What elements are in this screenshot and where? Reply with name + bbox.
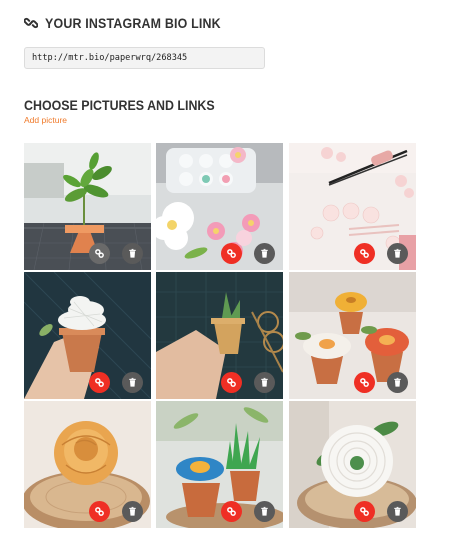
link-button[interactable]	[221, 501, 242, 522]
link-icon	[23, 16, 39, 30]
add-picture-link[interactable]: Add picture	[24, 115, 67, 125]
picture-tile[interactable]	[156, 272, 283, 399]
trash-icon	[129, 248, 136, 258]
trash-icon	[129, 377, 136, 387]
link-button[interactable]	[354, 243, 375, 264]
link-button[interactable]	[221, 372, 242, 393]
trash-icon	[394, 377, 401, 387]
picture-tile[interactable]	[289, 272, 416, 399]
link-button[interactable]	[89, 501, 110, 522]
link-icon	[360, 378, 369, 387]
trash-icon	[129, 506, 136, 516]
picture-tile[interactable]	[156, 401, 283, 528]
delete-button[interactable]	[387, 372, 408, 393]
picture-tile[interactable]	[156, 143, 283, 270]
delete-button[interactable]	[387, 501, 408, 522]
page-title: YOUR INSTAGRAM BIO LINK	[45, 15, 221, 31]
link-button[interactable]	[89, 372, 110, 393]
trash-icon	[261, 248, 268, 258]
delete-button[interactable]	[254, 372, 275, 393]
page-header: YOUR INSTAGRAM BIO LINK	[23, 14, 236, 32]
delete-button[interactable]	[122, 501, 143, 522]
picture-tile[interactable]	[24, 272, 151, 399]
link-button[interactable]	[221, 243, 242, 264]
picture-tile[interactable]	[24, 143, 151, 270]
link-icon	[227, 507, 236, 516]
delete-button[interactable]	[254, 501, 275, 522]
delete-button[interactable]	[387, 243, 408, 264]
bio-link-field[interactable]: http://mtr.bio/paperwrq/268345	[24, 47, 265, 69]
picture-grid	[24, 143, 416, 528]
trash-icon	[394, 506, 401, 516]
delete-button[interactable]	[254, 243, 275, 264]
section-title: CHOOSE PICTURES AND LINKS	[24, 98, 215, 113]
delete-button[interactable]	[122, 372, 143, 393]
link-icon	[95, 249, 104, 258]
picture-tile[interactable]	[24, 401, 151, 528]
link-icon	[95, 378, 104, 387]
link-button[interactable]	[354, 501, 375, 522]
trash-icon	[394, 248, 401, 258]
link-button[interactable]	[354, 372, 375, 393]
link-icon	[227, 378, 236, 387]
link-icon	[360, 249, 369, 258]
link-icon	[227, 249, 236, 258]
delete-button[interactable]	[122, 243, 143, 264]
link-icon	[95, 507, 104, 516]
picture-tile[interactable]	[289, 401, 416, 528]
picture-tile[interactable]	[289, 143, 416, 270]
trash-icon	[261, 377, 268, 387]
link-button[interactable]	[89, 243, 110, 264]
link-icon	[360, 507, 369, 516]
trash-icon	[261, 506, 268, 516]
